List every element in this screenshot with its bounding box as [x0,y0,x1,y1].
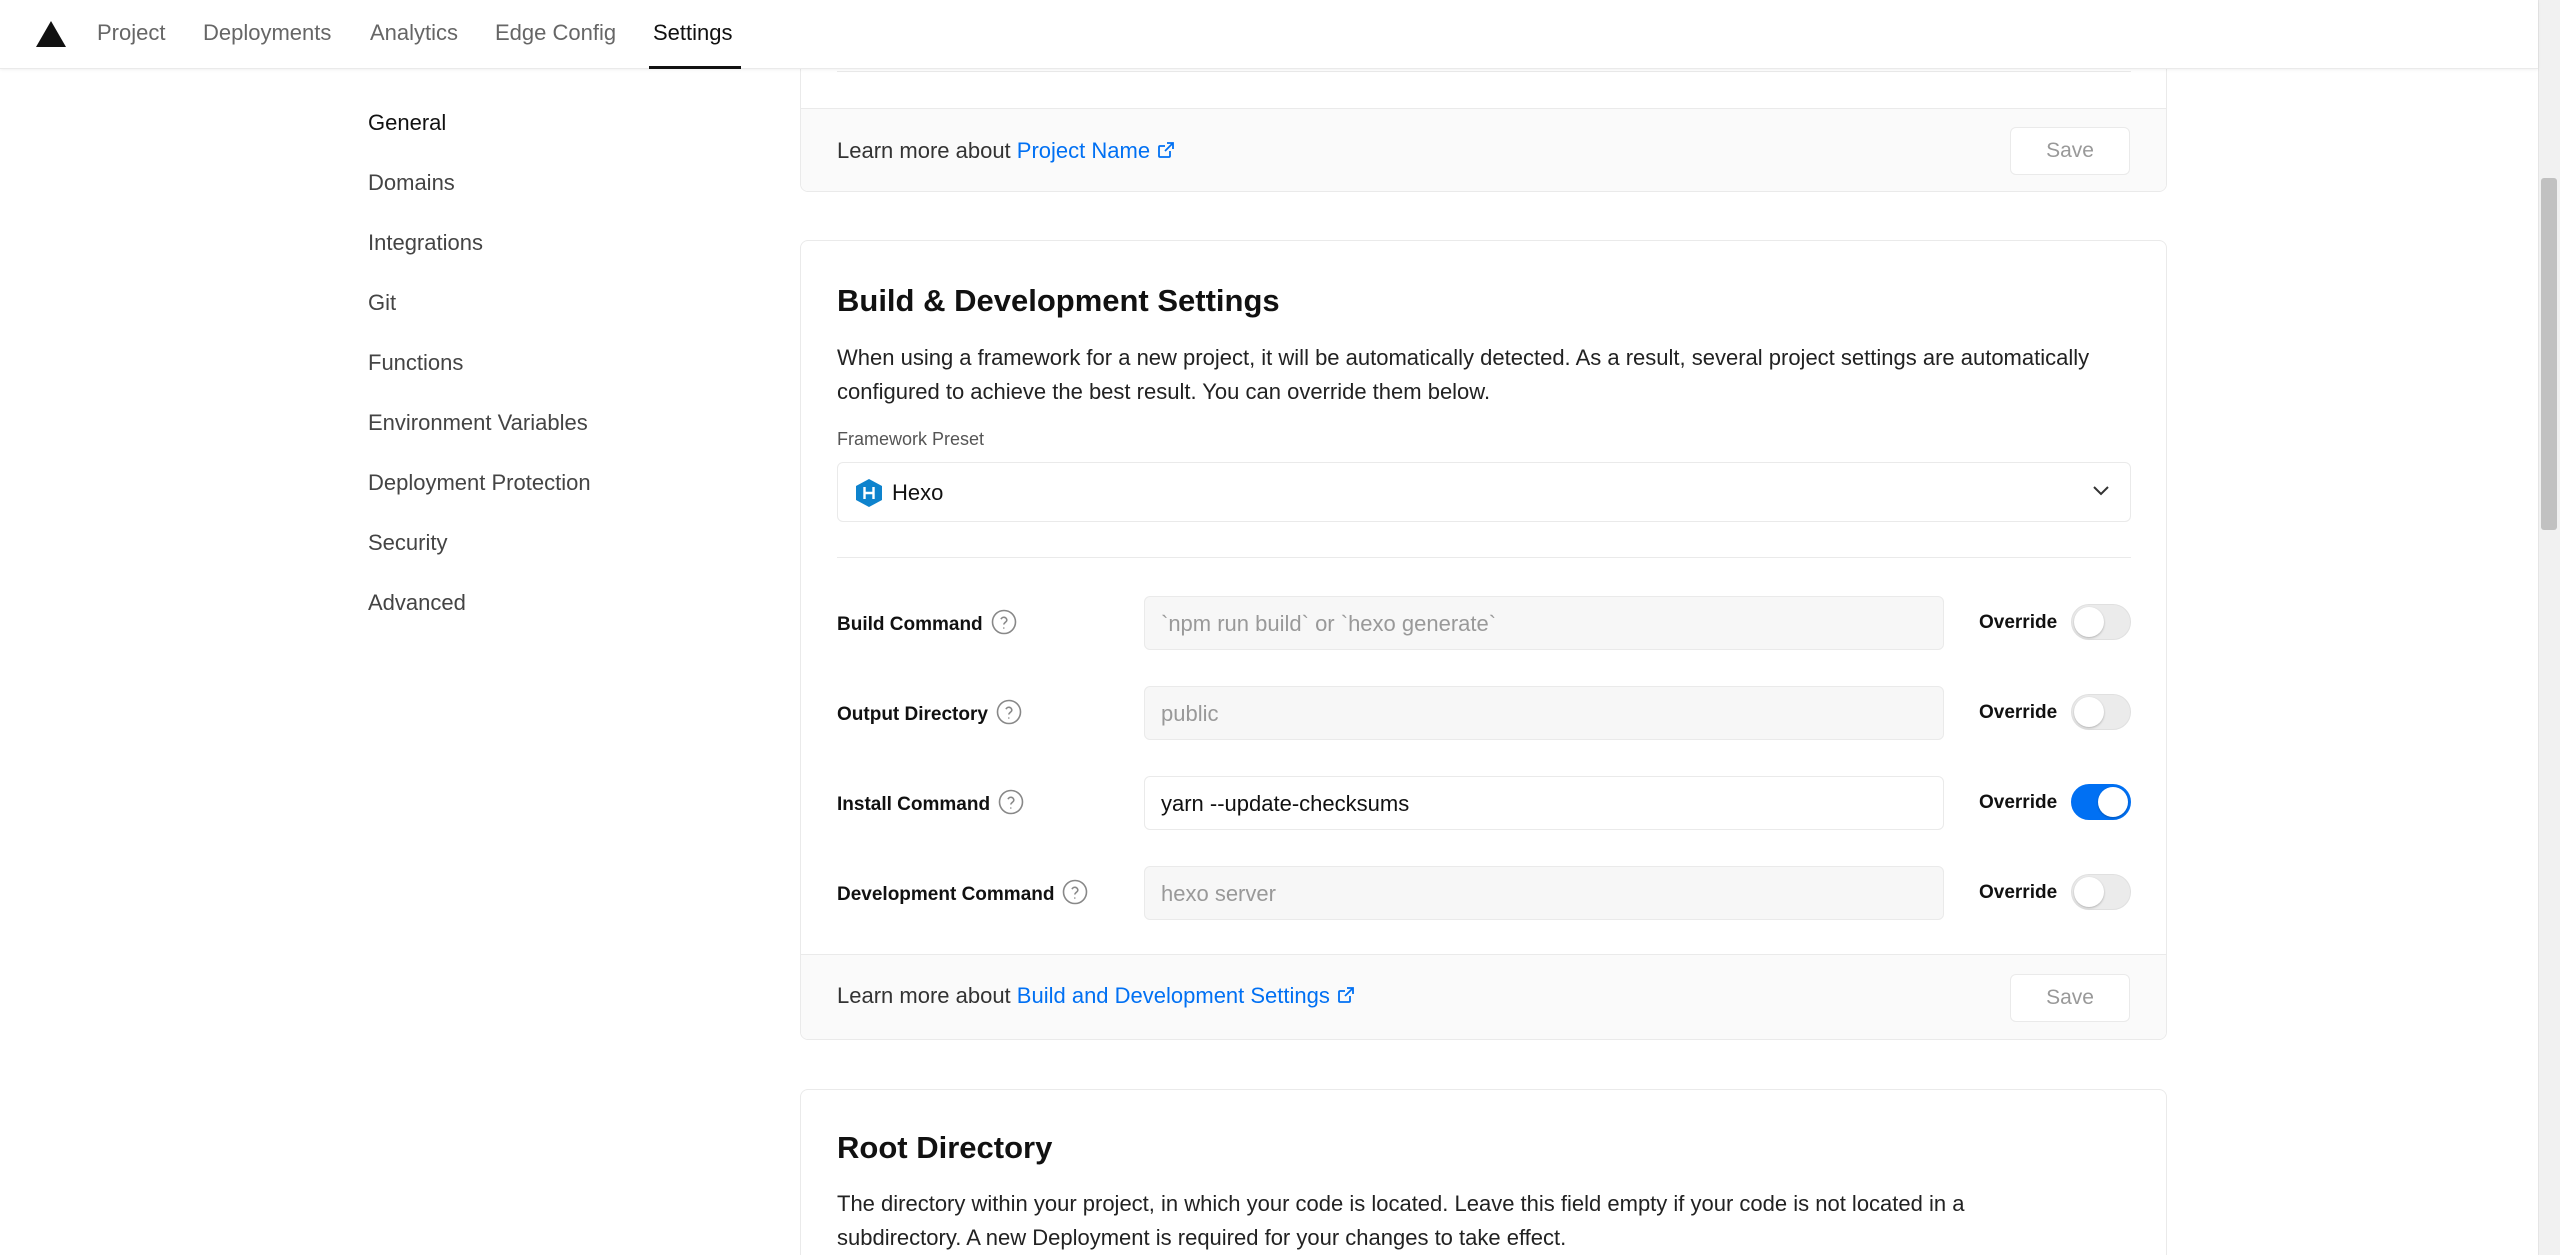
tab-project[interactable]: Project [97,20,165,46]
sidebar-item-integrations[interactable]: Integrations [368,230,483,256]
sidebar-item-functions[interactable]: Functions [368,350,463,376]
tab-analytics[interactable]: Analytics [370,20,458,46]
sidebar-item-deployment-protection[interactable]: Deployment Protection [368,470,591,496]
build-settings-learn-more: Learn more about Build and Development S… [837,983,1356,1009]
tab-settings[interactable]: Settings [653,20,733,46]
vercel-logo-icon[interactable] [36,21,66,47]
framework-preset-label: Framework Preset [837,429,985,449]
hexo-logo-icon [856,479,882,507]
tab-edge-config[interactable]: Edge Config [495,20,616,46]
development-command-label: Development Command [837,879,1088,906]
build-command-override-toggle[interactable] [2071,604,2131,640]
development-command-input[interactable]: hexo server [1144,866,1944,920]
sidebar-item-git[interactable]: Git [368,290,396,316]
toggle-knob [2098,787,2128,817]
toggle-knob [2074,697,2104,727]
project-name-docs-link[interactable]: Project Name [1017,138,1176,163]
section-divider [837,557,2131,558]
install-command-input[interactable]: yarn --update-checksums [1144,776,1944,830]
help-circle-icon[interactable] [991,609,1017,635]
help-circle-icon[interactable] [1062,879,1088,905]
build-settings-description: When using a framework for a new project… [837,345,2090,404]
project-name-save-button[interactable]: Save [2010,127,2130,175]
build-command-label-text: Build Command [837,614,983,635]
scrollbar[interactable] [2538,0,2560,1255]
sidebar-item-domains[interactable]: Domains [368,170,455,196]
install-command-override-label: Override [1979,792,2058,813]
root-directory-title: Root Directory [837,1130,1053,1165]
chevron-down-icon [2093,486,2109,496]
help-circle-icon[interactable] [996,699,1022,725]
active-tab-indicator [649,66,741,69]
help-circle-icon[interactable] [998,789,1024,815]
development-command-override-label: Override [1979,882,2058,903]
external-link-icon [1337,987,1354,1003]
top-navigation: Project Deployments Analytics Edge Confi… [0,0,2538,69]
project-name-learn-more: Learn more about Project Name [837,138,1176,164]
build-settings-save-button[interactable]: Save [2010,974,2130,1022]
output-directory-label-text: Output Directory [837,704,988,725]
sidebar-item-environment-variables[interactable]: Environment Variables [368,410,588,436]
output-directory-override-label: Override [1979,702,2058,723]
learn-more-prefix: Learn more about [837,138,1011,163]
install-command-label-text: Install Command [837,794,991,815]
root-directory-card: Root Directory The directory within your… [800,1089,2167,1255]
external-link-icon [1158,142,1174,158]
output-directory-input[interactable]: public [1144,686,1944,740]
sidebar-item-advanced[interactable]: Advanced [368,590,466,616]
output-directory-label: Output Directory [837,699,1022,726]
build-command-label: Build Command [837,609,1017,636]
sidebar-item-security[interactable]: Security [368,530,447,556]
install-command-label: Install Command [837,789,1024,816]
build-command-override-label: Override [1979,612,2058,633]
toggle-knob [2074,607,2104,637]
build-settings-card: Build & Development Settings When using … [800,240,2167,1040]
input-bottom-edge [837,71,2131,72]
tab-deployments[interactable]: Deployments [203,20,331,46]
output-directory-override-toggle[interactable] [2071,694,2131,730]
build-settings-link-label: Build and Development Settings [1016,983,1330,1008]
build-settings-footer: Learn more about Build and Development S… [801,954,2166,1039]
build-command-input[interactable]: `npm run build` or `hexo generate` [1144,596,1944,650]
development-command-label-text: Development Command [837,884,1055,905]
install-command-override-toggle[interactable] [2071,784,2131,820]
toggle-knob [2074,877,2104,907]
build-settings-title: Build & Development Settings [837,283,1280,318]
scrollbar-thumb[interactable] [2541,178,2557,530]
project-name-footer: Learn more about Project Name Save [801,108,2166,191]
project-name-link-label: Project Name [1016,138,1151,163]
sidebar-item-general[interactable]: General [368,110,446,136]
root-directory-description: The directory within your project, in wh… [837,1191,1965,1250]
framework-preset-value: Hexo [892,480,944,505]
build-settings-docs-link[interactable]: Build and Development Settings [1017,983,1356,1008]
framework-preset-select[interactable]: Hexo [837,462,2131,522]
development-command-override-toggle[interactable] [2071,874,2131,910]
learn-more-prefix: Learn more about [837,983,1011,1008]
